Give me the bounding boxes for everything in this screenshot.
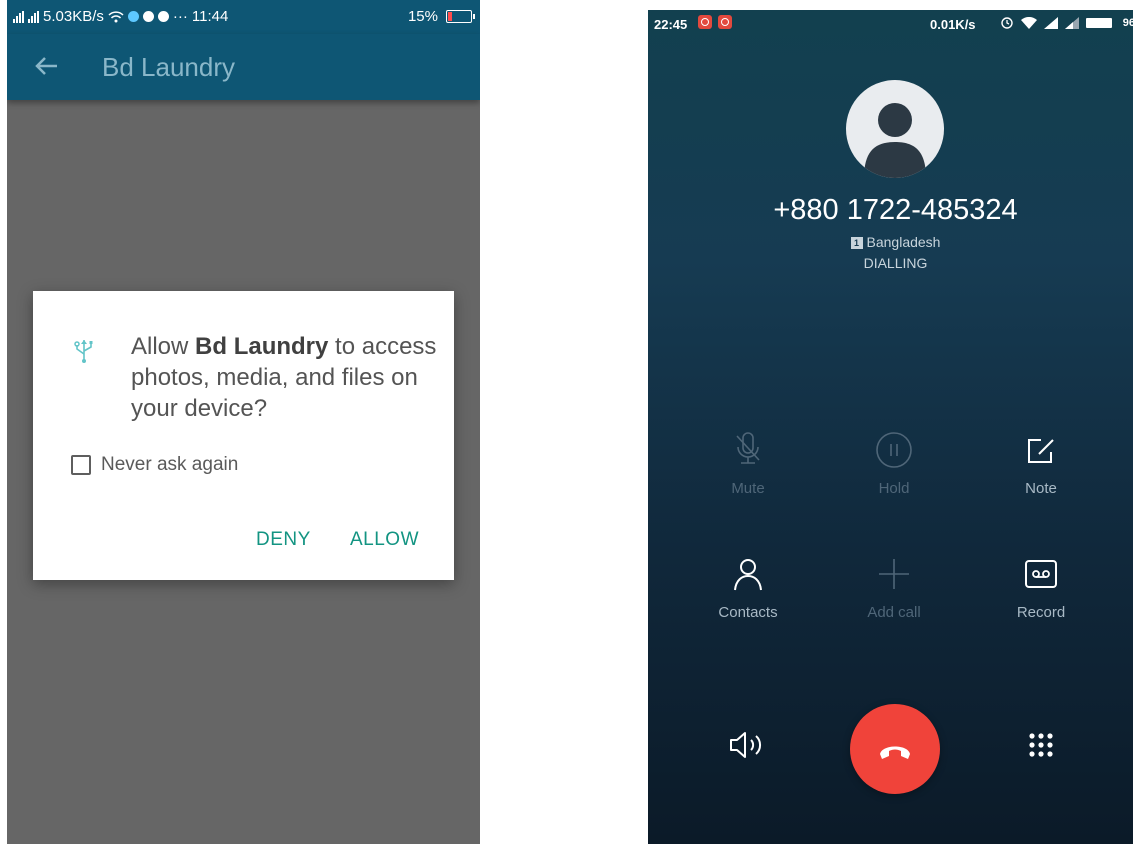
notification-icon xyxy=(698,15,712,29)
network-speed: 0.01K/s xyxy=(930,17,976,32)
never-ask-checkbox[interactable] xyxy=(71,455,91,475)
app-bar: Bd Laundry xyxy=(7,34,480,100)
app-name: Bd Laundry xyxy=(195,333,329,360)
network-speed: 5.03KB/s xyxy=(43,8,104,25)
right-phone-screen: 22:45 0.01K/s 96 +880 1722-485324 1 Bangl… xyxy=(648,10,1133,844)
add-call-label: Add call xyxy=(867,604,921,621)
contacts-button[interactable]: Contacts xyxy=(698,554,798,621)
left-phone-screen: 5.03KB/s ··· 11:44 15% Bd Laundry Allow … xyxy=(7,0,480,844)
signal-icon xyxy=(1065,17,1079,29)
notification-icon xyxy=(718,15,732,29)
hold-icon xyxy=(876,432,912,468)
dialpad-icon[interactable] xyxy=(1028,732,1054,758)
note-button[interactable]: Note xyxy=(991,430,1091,497)
permission-message: Allow Bd Laundry to access photos, media… xyxy=(131,333,437,422)
record-icon xyxy=(1025,560,1057,588)
more-notifications-icon: ··· xyxy=(172,8,188,25)
battery-percent: 15% xyxy=(407,8,438,25)
signal-icon xyxy=(28,10,39,23)
mute-icon xyxy=(736,432,760,464)
mute-button[interactable]: Mute xyxy=(698,430,798,497)
call-status: DIALLING xyxy=(863,255,928,271)
wifi-icon xyxy=(1021,17,1037,29)
sim-card-icon: 1 xyxy=(850,237,863,250)
speaker-icon[interactable] xyxy=(728,730,768,760)
end-call-button[interactable] xyxy=(850,704,940,794)
app-title: Bd Laundry xyxy=(102,52,235,82)
permission-dialog: Allow Bd Laundry to access photos, media… xyxy=(33,291,454,580)
contacts-label: Contacts xyxy=(718,604,778,621)
signal-icon xyxy=(1044,17,1058,29)
note-icon xyxy=(1028,439,1054,463)
never-ask-again-option[interactable]: Never ask again xyxy=(71,454,238,476)
back-arrow-icon[interactable] xyxy=(31,51,61,81)
allow-button[interactable]: ALLOW xyxy=(350,529,419,551)
end-call-icon xyxy=(880,746,910,759)
deny-button[interactable]: DENY xyxy=(256,529,311,551)
mute-label: Mute xyxy=(731,480,765,497)
note-label: Note xyxy=(1025,480,1057,497)
status-time: 11:44 xyxy=(191,8,229,25)
person-icon xyxy=(864,103,926,178)
contact-avatar xyxy=(846,80,944,178)
add-call-icon xyxy=(879,559,909,589)
contacts-icon xyxy=(734,559,762,591)
phone-number: +880 1722-485324 xyxy=(773,194,1018,226)
battery-icon xyxy=(446,10,475,23)
status-bar: 5.03KB/s ··· 11:44 15% xyxy=(7,0,480,34)
usb-icon xyxy=(74,340,93,363)
country-label: Bangladesh xyxy=(866,234,941,250)
record-button[interactable]: Record xyxy=(991,554,1091,621)
vpn-icon xyxy=(127,11,139,22)
wifi-icon xyxy=(108,11,124,23)
alarm-icon xyxy=(1001,17,1013,29)
messenger-icon xyxy=(142,11,154,22)
battery-icon xyxy=(1086,18,1112,28)
battery-percent: 96 xyxy=(1122,17,1133,29)
hold-label: Hold xyxy=(878,480,910,497)
hold-button[interactable]: Hold xyxy=(844,430,944,497)
signal-icon xyxy=(13,10,24,23)
status-time: 22:45 xyxy=(654,17,688,32)
add-call-button[interactable]: Add call xyxy=(844,554,944,621)
status-bar: 22:45 0.01K/s 96 xyxy=(648,10,1133,38)
record-label: Record xyxy=(1016,604,1066,621)
never-ask-label: Never ask again xyxy=(101,454,239,475)
caller-location: 1 Bangladesh xyxy=(648,234,1133,250)
shield-icon xyxy=(157,11,169,22)
